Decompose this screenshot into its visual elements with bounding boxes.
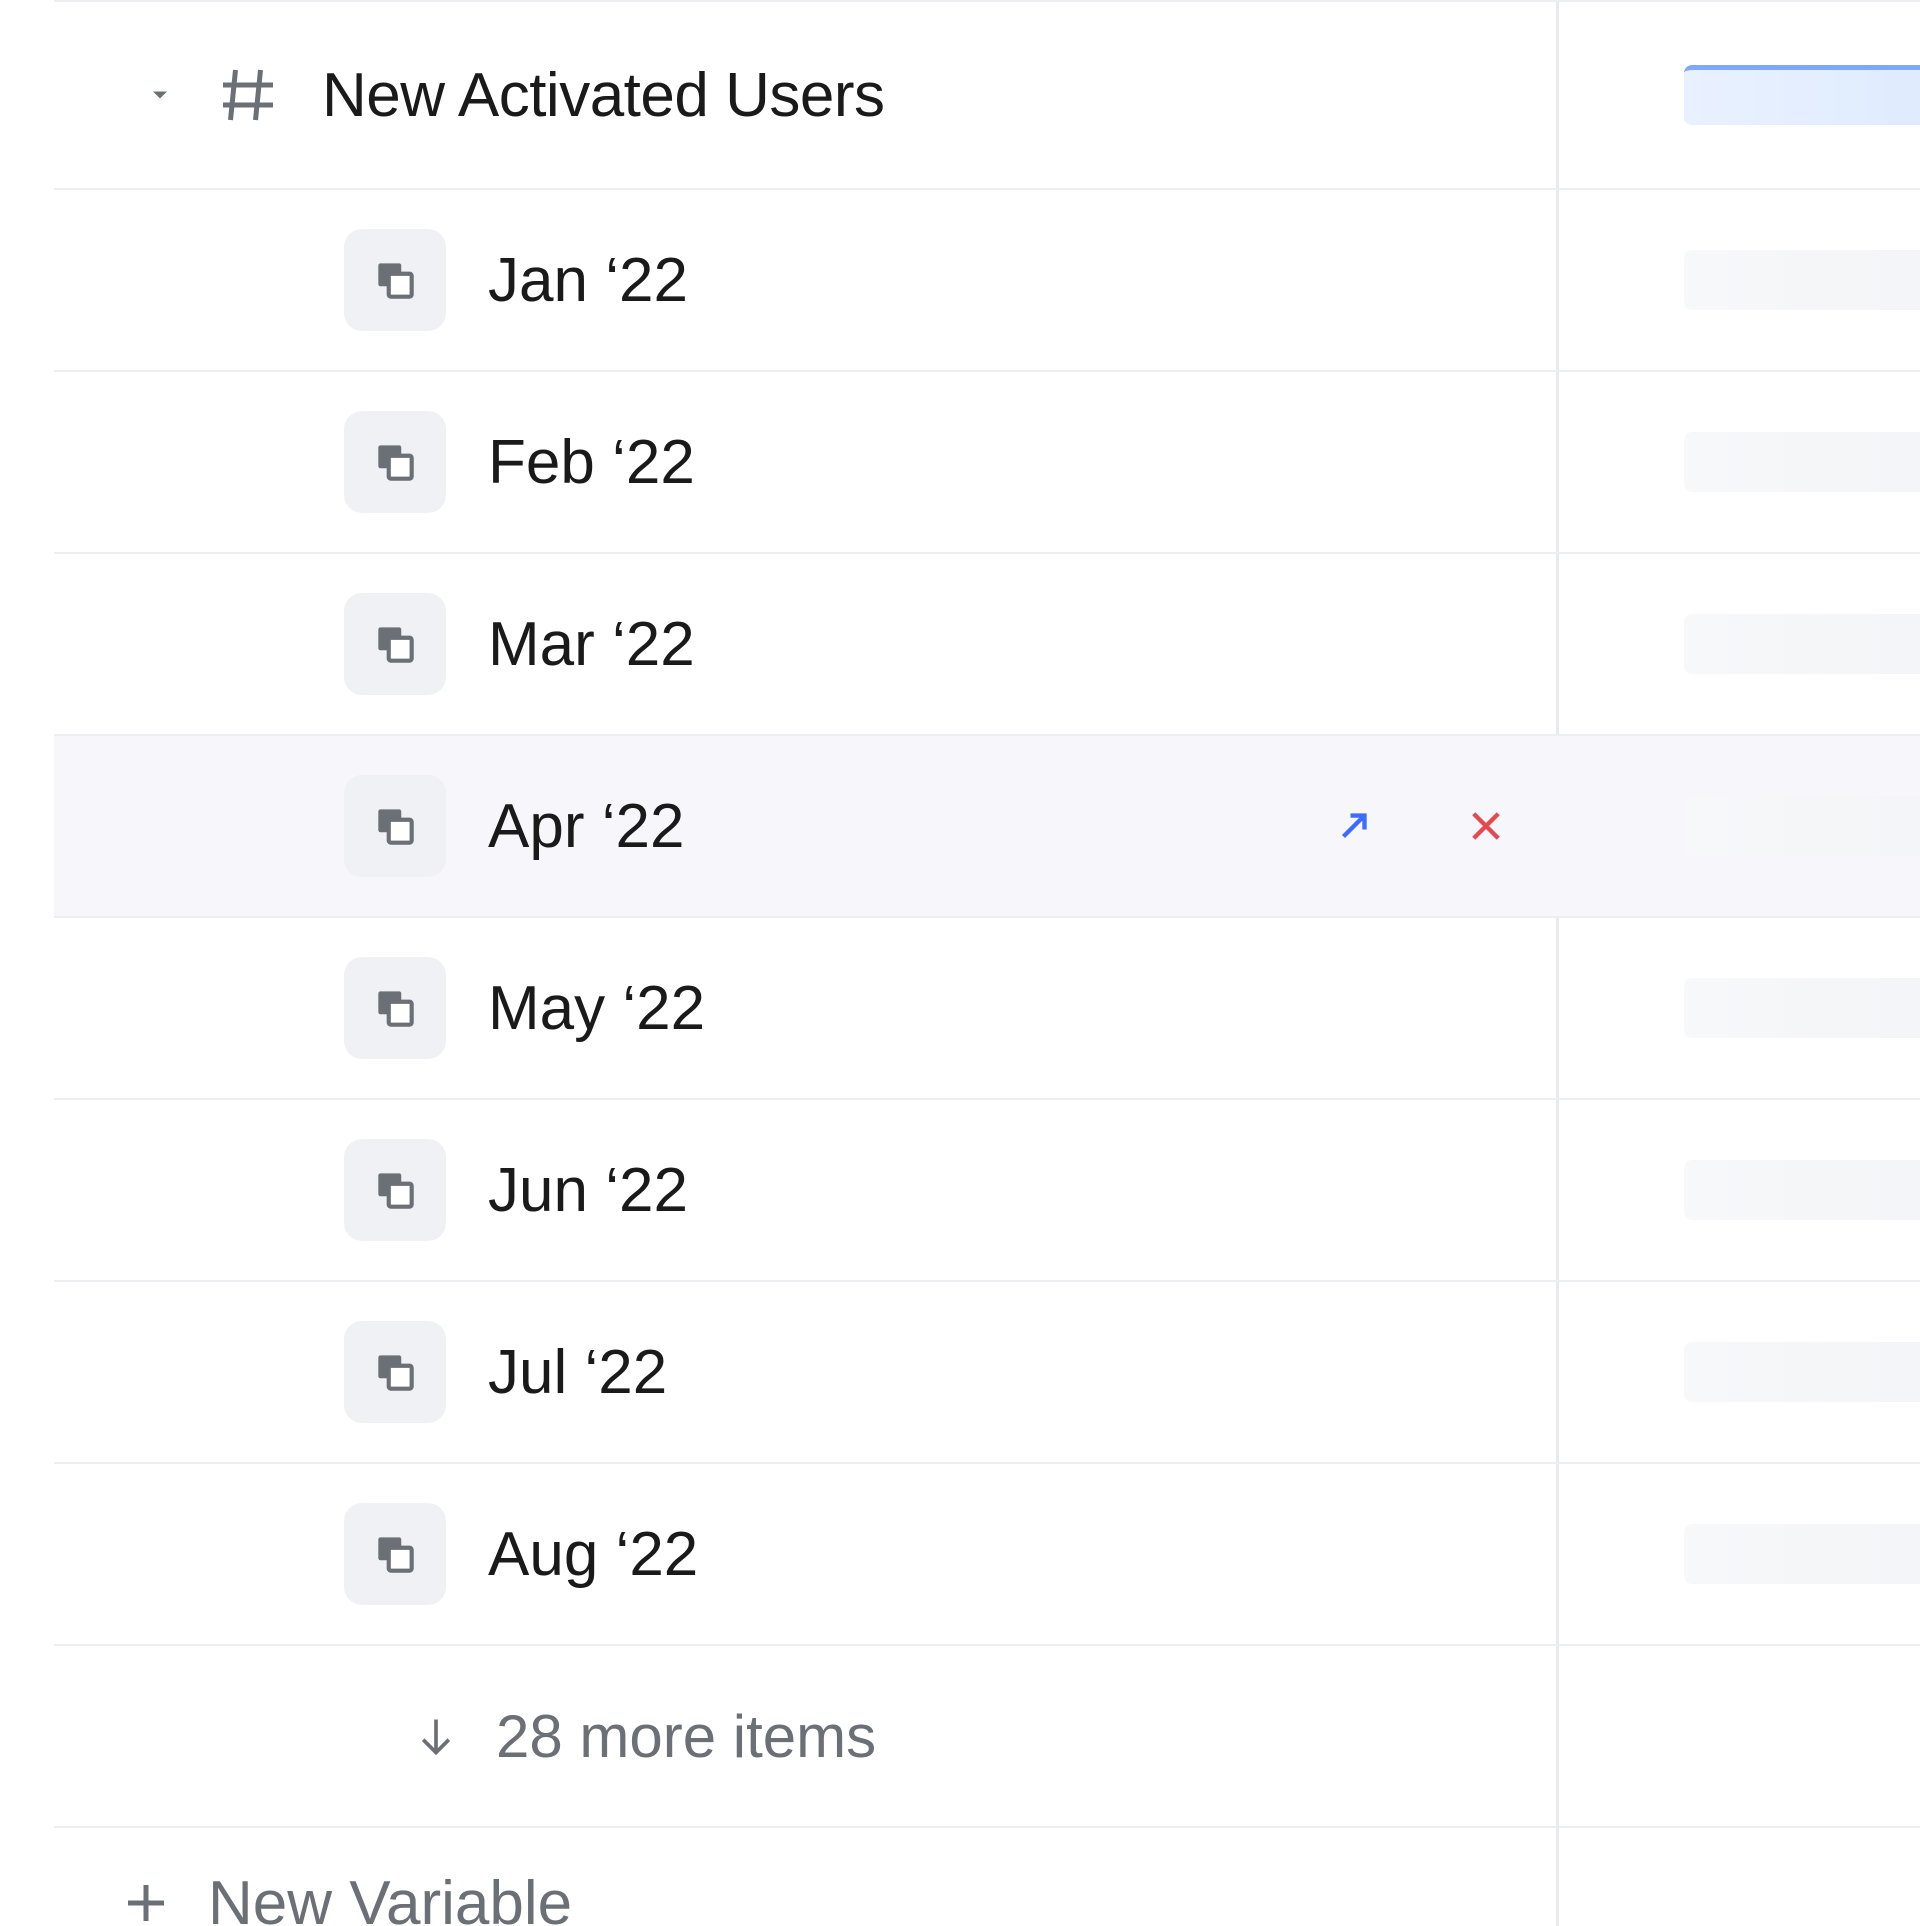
variable-title: New Activated Users [322,60,885,131]
list-item[interactable]: Jun ‘22 [54,1100,1920,1282]
value-cell-placeholder[interactable] [1684,614,1920,674]
copy-icon[interactable] [344,593,446,695]
more-items-label: 28 more items [496,1702,876,1771]
list-item[interactable]: Mar ‘22 [54,554,1920,736]
list-item-label: Jan ‘22 [488,245,688,316]
plus-icon [116,1873,176,1926]
value-cell-placeholder[interactable] [1684,1160,1920,1220]
delete-icon[interactable] [1456,796,1516,856]
copy-icon[interactable] [344,1503,446,1605]
open-icon[interactable] [1324,796,1384,856]
copy-icon[interactable] [344,957,446,1059]
new-variable-row[interactable]: New Variable [54,1828,1920,1926]
list-item[interactable]: Apr ‘22 [54,736,1920,918]
value-cell-placeholder[interactable] [1684,1524,1920,1584]
list-item-label: May ‘22 [488,973,705,1044]
copy-icon[interactable] [344,1321,446,1423]
copy-icon[interactable] [344,775,446,877]
copy-icon[interactable] [344,411,446,513]
list-item[interactable]: Feb ‘22 [54,372,1920,554]
value-cell-placeholder[interactable] [1684,65,1920,125]
list-item[interactable]: Jul ‘22 [54,1282,1920,1464]
copy-icon[interactable] [344,1139,446,1241]
list-item-label: Apr ‘22 [488,791,684,862]
expand-more-row[interactable]: 28 more items [54,1646,1920,1828]
list-item-label: Aug ‘22 [488,1519,698,1590]
copy-icon[interactable] [344,229,446,331]
row-actions [1324,796,1516,856]
list-item[interactable]: Jan ‘22 [54,190,1920,372]
list-item[interactable]: Aug ‘22 [54,1464,1920,1646]
chevron-down-icon[interactable] [146,81,174,109]
value-cell-placeholder[interactable] [1684,796,1920,856]
value-cell-placeholder[interactable] [1684,978,1920,1038]
variable-header-row[interactable]: New Activated Users [54,0,1920,190]
hash-icon [216,63,280,127]
value-cell-placeholder[interactable] [1684,1342,1920,1402]
list-item[interactable]: May ‘22 [54,918,1920,1100]
list-item-label: Feb ‘22 [488,427,695,498]
list-item-label: Jun ‘22 [488,1155,688,1226]
list-item-label: Jul ‘22 [488,1337,667,1408]
value-cell-placeholder[interactable] [1684,432,1920,492]
new-variable-label: New Variable [208,1868,572,1926]
arrow-down-icon [412,1712,460,1760]
list-item-label: Mar ‘22 [488,609,695,680]
value-cell-placeholder[interactable] [1684,250,1920,310]
